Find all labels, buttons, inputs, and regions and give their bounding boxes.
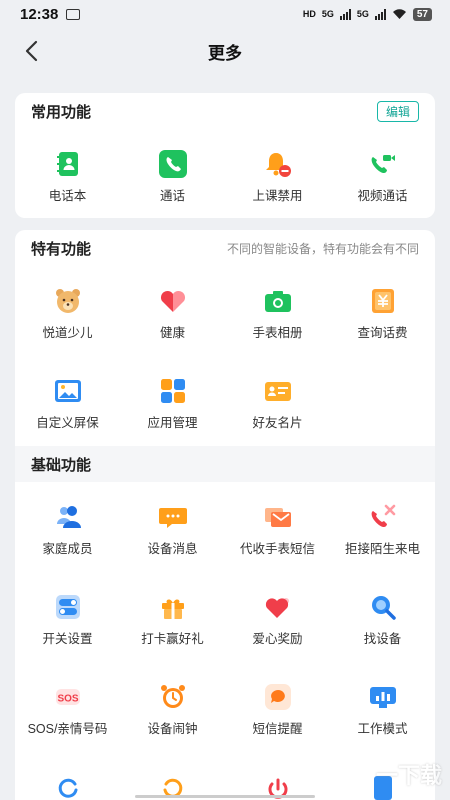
grid-item-device-alarm[interactable]: 设备闹钟: [120, 682, 225, 742]
functions-card: 特有功能 不同的智能设备，特有功能会有不同 悦道少儿 健康 手表相册 查询话费 …: [15, 230, 435, 800]
camera-icon: [263, 286, 293, 316]
grid-item-label: 应用管理: [147, 416, 198, 430]
grid-item-label: SOS/亲情号码: [27, 722, 108, 736]
alarm-icon: [158, 682, 188, 712]
grid-item-find-device[interactable]: 找设备: [330, 592, 435, 652]
status-bar: 12:38 HD 5G 5G 57: [0, 0, 450, 28]
grid-item-label: 通话: [159, 189, 185, 203]
reject-call-icon: [368, 502, 398, 532]
heart-icon: [158, 286, 188, 316]
grid-item-friend-card[interactable]: 好友名片: [225, 376, 330, 436]
watermark-text: 一下载: [375, 763, 442, 788]
grid-item-label: 工作模式: [357, 722, 408, 736]
grid-item-label: 悦道少儿: [42, 326, 93, 340]
grid-item-proxy-sms[interactable]: 代收手表短信: [225, 502, 330, 562]
refresh-icon: [53, 772, 83, 800]
grid-item-reject-calls[interactable]: 拒接陌生来电: [330, 502, 435, 562]
network-5g-label-2: 5G: [356, 9, 369, 19]
picture-icon: [53, 376, 83, 406]
battery-indicator: 57: [412, 7, 432, 21]
grid-item-label: 打卡赢好礼: [141, 632, 204, 646]
grid-item-phonebook[interactable]: 电话本: [15, 149, 120, 209]
grid-item-work-mode[interactable]: 工作模式: [330, 682, 435, 742]
grid-item-custom-screensaver[interactable]: 自定义屏保: [15, 376, 120, 436]
grid-item-label: 视频通话: [357, 189, 408, 203]
grid-item-label: 自定义屏保: [36, 416, 99, 430]
apps-grid-icon: [158, 376, 188, 406]
cube-logo-icon: [335, 756, 369, 792]
section-hint: 不同的智能设备，特有功能会有不同: [226, 241, 419, 256]
nav-bar: 更多: [0, 28, 450, 74]
status-time: 12:38: [20, 5, 59, 23]
grid-item-label: 手表相册: [252, 326, 303, 340]
gift-icon: [158, 592, 188, 622]
grid-item-label: 查询话费: [357, 326, 408, 340]
grid-item-label: 好友名片: [252, 416, 303, 430]
wifi-icon: [392, 9, 406, 19]
grid-item-label: 健康: [159, 326, 185, 340]
love-reward-icon: [263, 592, 293, 622]
grid-item-partial[interactable]: [15, 772, 120, 800]
grid-item-check-balance[interactable]: 查询话费: [330, 286, 435, 346]
grid-item-watch-album[interactable]: 手表相册: [225, 286, 330, 346]
network-5g-label: 5G: [321, 9, 334, 19]
grid-item-love-reward[interactable]: 爱心奖励: [225, 592, 330, 652]
common-functions-header: 常用功能 编辑: [15, 93, 435, 129]
search-device-icon: [368, 592, 398, 622]
section-title: 特有功能: [31, 240, 92, 258]
toggle-icon: [53, 592, 83, 622]
grid-item-label: 短信提醒: [252, 722, 303, 736]
phonebook-icon: [53, 149, 83, 179]
grid-item-class-disable[interactable]: 上课禁用: [225, 149, 330, 209]
hd-label: HD: [302, 9, 316, 19]
grid-item-label: 找设备: [363, 632, 402, 646]
message-icon: [158, 502, 188, 532]
section-title: 常用功能: [31, 103, 92, 121]
grid-item-label: 上课禁用: [252, 189, 303, 203]
work-mode-icon: [368, 682, 398, 712]
grid-item-checkin-gift[interactable]: 打卡赢好礼: [120, 592, 225, 652]
envelope-icon: [263, 502, 293, 532]
signal-icon: [339, 8, 351, 20]
sms-reminder-icon: [263, 682, 293, 712]
yuan-icon: [368, 286, 398, 316]
grid-item-call[interactable]: 通话: [120, 149, 225, 209]
grid-item-label: 设备闹钟: [147, 722, 198, 736]
bell-disabled-icon: [263, 149, 293, 179]
phone-icon: [158, 149, 188, 179]
grid-item-sos-numbers[interactable]: SOS SOS/亲情号码: [15, 682, 120, 742]
section-title: 基础功能: [31, 456, 92, 474]
common-functions-card: 常用功能 编辑 电话本 通话 上课禁用 视频通话: [15, 93, 435, 218]
grid-item-yuedao-kids[interactable]: 悦道少儿: [15, 286, 120, 346]
card-icon: [263, 376, 293, 406]
family-icon: [53, 502, 83, 532]
grid-item-device-messages[interactable]: 设备消息: [120, 502, 225, 562]
grid-item-app-management[interactable]: 应用管理: [120, 376, 225, 436]
grid-item-sms-reminder[interactable]: 短信提醒: [225, 682, 330, 742]
notification-icon: [66, 8, 81, 20]
special-functions-header: 特有功能 不同的智能设备，特有功能会有不同: [15, 230, 435, 266]
grid-item-label: 家庭成员: [42, 542, 93, 556]
grid-item-video-call[interactable]: 视频通话: [330, 149, 435, 209]
sos-icon: SOS: [53, 682, 83, 712]
bear-icon: [53, 286, 83, 316]
grid-item-family-members[interactable]: 家庭成员: [15, 502, 120, 562]
video-call-icon: [368, 149, 398, 179]
edit-button[interactable]: 编辑: [376, 100, 419, 122]
home-indicator: [135, 795, 315, 798]
page-title: 更多: [208, 43, 242, 63]
grid-item-label: 爱心奖励: [252, 632, 303, 646]
grid-item-label: 开关设置: [42, 632, 93, 646]
grid-item-label: 电话本: [48, 189, 87, 203]
grid-item-label: 拒接陌生来电: [344, 542, 420, 556]
back-arrow-icon[interactable]: [20, 39, 44, 63]
grid-item-switch-settings[interactable]: 开关设置: [15, 592, 120, 652]
basic-functions-header: 基础功能: [15, 446, 435, 482]
svg-text:SOS: SOS: [57, 694, 78, 705]
grid-item-label: 设备消息: [147, 542, 198, 556]
signal-icon-2: [374, 8, 386, 20]
watermark: 一下载: [332, 754, 442, 794]
grid-item-label: 代收手表短信: [239, 542, 315, 556]
grid-item-health[interactable]: 健康: [120, 286, 225, 346]
